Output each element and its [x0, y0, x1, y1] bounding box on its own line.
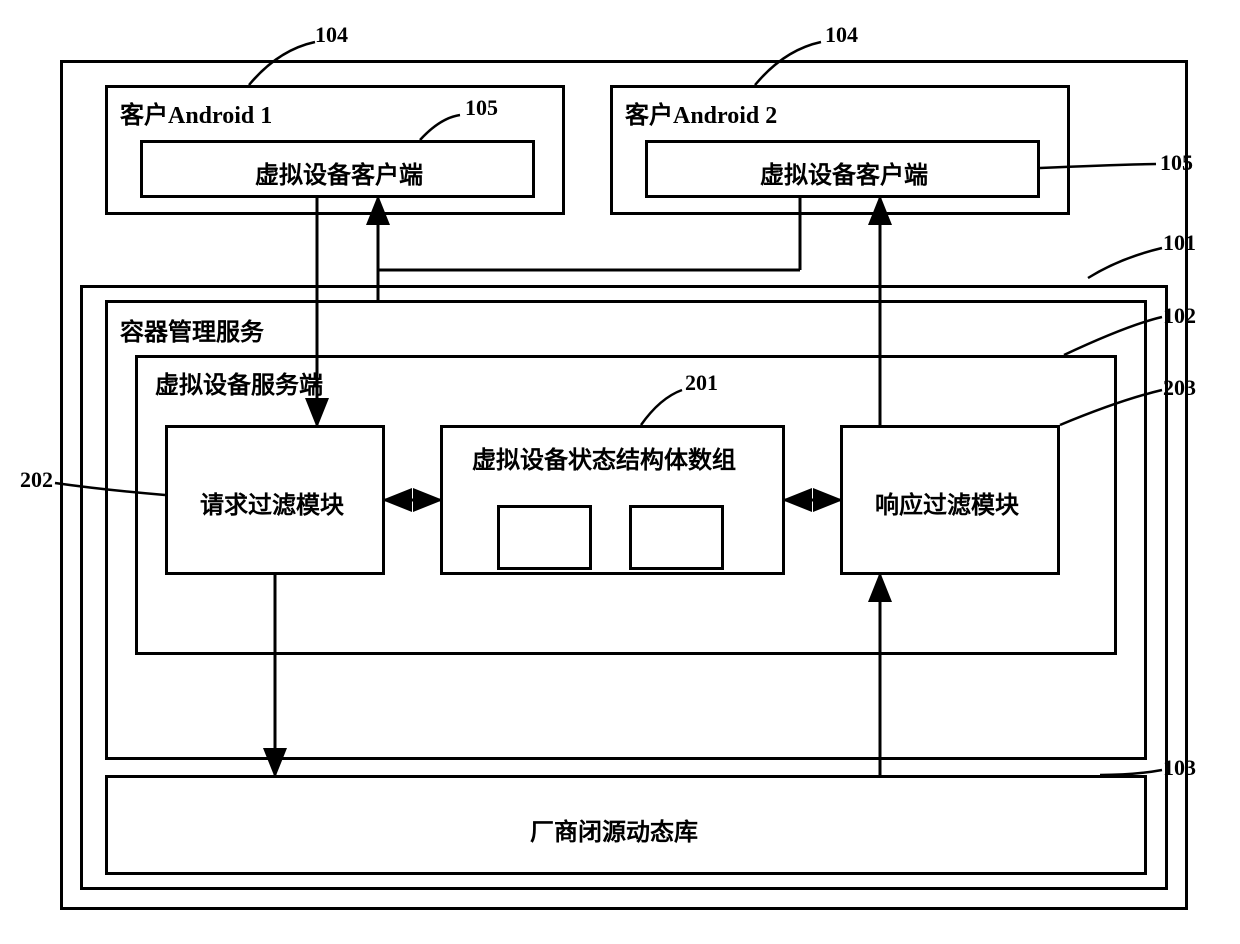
- virtual-device-client-2-label: 虚拟设备客户端: [760, 155, 928, 190]
- ref-105-left: 105: [465, 95, 498, 121]
- state-array-item-2: [629, 505, 724, 570]
- ref-105-right: 105: [1160, 150, 1193, 176]
- vendor-lib-label: 厂商闭源动态库: [530, 812, 698, 847]
- container-service-label: 容器管理服务: [120, 312, 264, 347]
- client-android-2-title: 客户Android 2: [625, 95, 777, 130]
- ref-104-left: 104: [315, 22, 348, 48]
- ref-103: 103: [1163, 755, 1196, 781]
- virtual-device-client-1-label: 虚拟设备客户端: [255, 155, 423, 190]
- response-filter-label: 响应过滤模块: [875, 485, 1019, 520]
- ref-202: 202: [20, 467, 53, 493]
- ref-104-right: 104: [825, 22, 858, 48]
- ref-102: 102: [1163, 303, 1196, 329]
- state-array-label: 虚拟设备状态结构体数组: [472, 440, 736, 475]
- request-filter-label: 请求过滤模块: [200, 485, 344, 520]
- ref-101: 101: [1163, 230, 1196, 256]
- client-android-1-title: 客户Android 1: [120, 95, 272, 130]
- ref-201: 201: [685, 370, 718, 396]
- state-array-item-1: [497, 505, 592, 570]
- ref-203: 203: [1163, 375, 1196, 401]
- virtual-device-server-label: 虚拟设备服务端: [155, 365, 323, 400]
